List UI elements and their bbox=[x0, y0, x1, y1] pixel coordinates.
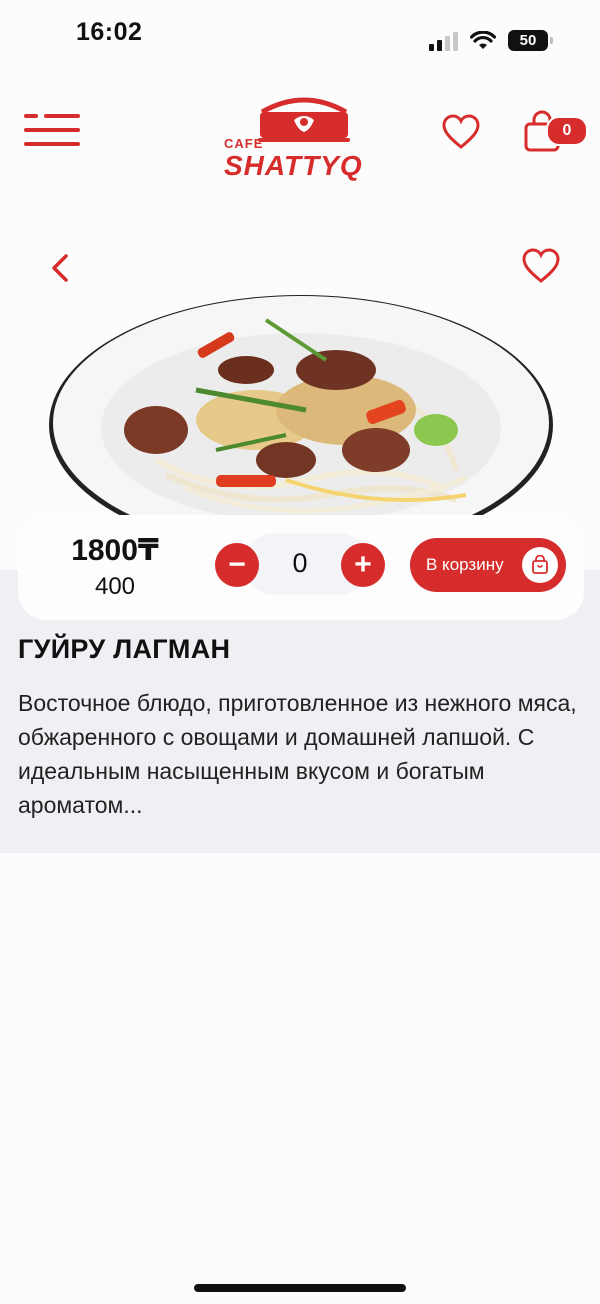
quantity-value: 0 bbox=[292, 548, 308, 578]
product-photo bbox=[49, 295, 553, 520]
status-time: 16:02 bbox=[76, 18, 143, 46]
app-header: CAFE SHATTYQ 0 bbox=[0, 80, 600, 190]
product-description: Восточное блюдо, приготовленное из нежно… bbox=[18, 690, 577, 818]
cart-button[interactable]: 0 bbox=[520, 110, 588, 154]
add-to-cart-label: В корзину bbox=[426, 555, 504, 574]
menu-button[interactable] bbox=[24, 112, 80, 148]
home-indicator[interactable] bbox=[194, 1284, 406, 1292]
price-card: 1800₸ 400 − 0 + В корзину bbox=[18, 515, 584, 620]
logo-name-text: SHATTYQ bbox=[224, 150, 363, 181]
product-image-area bbox=[0, 230, 600, 520]
decrease-quantity-button[interactable]: − bbox=[215, 543, 259, 587]
battery-icon: 50 bbox=[508, 30, 553, 51]
product-title: ГУЙРУ ЛАГМАН bbox=[18, 634, 231, 664]
product-weight: 400 bbox=[94, 573, 136, 600]
back-button[interactable] bbox=[46, 250, 76, 286]
add-to-cart-button[interactable]: В корзину bbox=[410, 538, 566, 592]
logo-cafe-text: CAFE bbox=[224, 136, 264, 151]
bag-icon bbox=[522, 547, 558, 583]
back-chevron-icon bbox=[52, 254, 68, 282]
menu-icon bbox=[24, 114, 38, 118]
cart-count-badge: 0 bbox=[546, 116, 588, 146]
cafe-logo[interactable]: CAFE SHATTYQ bbox=[220, 88, 380, 188]
minus-icon: − bbox=[228, 548, 246, 581]
signal-icon bbox=[429, 31, 458, 51]
favorites-button[interactable] bbox=[442, 114, 480, 150]
status-indicators: 50 bbox=[429, 30, 553, 51]
plus-icon: + bbox=[354, 548, 372, 581]
heart-icon bbox=[442, 114, 480, 149]
increase-quantity-button[interactable]: + bbox=[341, 543, 385, 587]
status-bar: 16:02 50 bbox=[0, 0, 600, 70]
product-price: 1800₸ bbox=[71, 534, 159, 567]
wifi-icon bbox=[470, 30, 496, 49]
heart-icon bbox=[522, 248, 560, 283]
add-to-favorites-button[interactable] bbox=[522, 248, 560, 284]
